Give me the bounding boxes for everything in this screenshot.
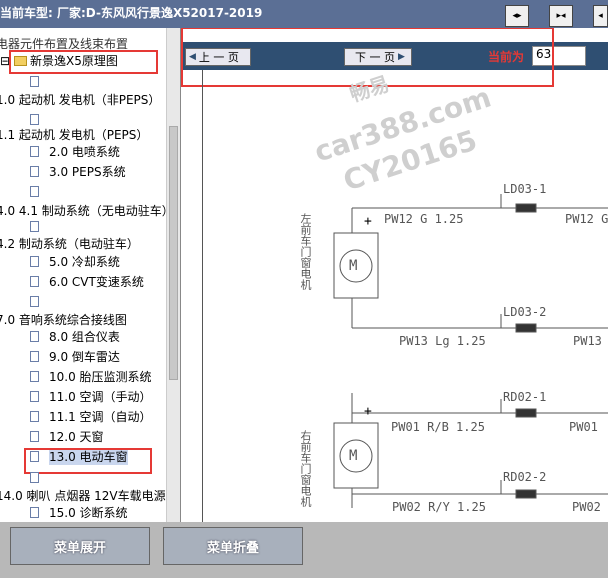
tree-node-14-0[interactable]: 14.0 喇叭 点烟器 12V车载电源 bbox=[0, 488, 166, 504]
fit-view-button[interactable]: ◂ bbox=[593, 5, 608, 27]
document-icon bbox=[30, 391, 39, 402]
document-icon bbox=[30, 507, 39, 518]
arrow-join-icon: ▸◂ bbox=[556, 11, 566, 21]
wire-pw13: PW13 Lg 1.25 bbox=[399, 334, 486, 348]
schematic-drawing bbox=[333, 194, 608, 508]
document-icon bbox=[30, 276, 39, 287]
document-icon bbox=[30, 296, 39, 307]
tree-node-5-0[interactable]: 5.0 冷却系统 bbox=[49, 254, 120, 270]
menu-tree[interactable]: 电器元件布置及线束布置 ⊟ 新景逸X5原理图 1.0 起动机 发电机（非PEPS… bbox=[0, 28, 181, 522]
document-icon bbox=[30, 331, 39, 342]
car-model-label: 当前车型: 厂家:D-东风风行景逸X52017-2019 bbox=[0, 6, 263, 20]
motor1-plus-sign: + bbox=[364, 214, 372, 229]
wire-pw12: PW12 G 1.25 bbox=[384, 212, 464, 226]
document-icon bbox=[30, 76, 39, 87]
motor1-symbol: M bbox=[349, 258, 358, 274]
wire-pw02-right: PW02 bbox=[572, 500, 601, 514]
tree-node-2-0[interactable]: 2.0 电喷系统 bbox=[49, 144, 120, 160]
arrow-icon: ◂ bbox=[598, 11, 603, 21]
schematic-viewer[interactable]: ◀ 上 一 页 下 一 页 ▶ 当前为 63 畅易 car388.com CY2… bbox=[181, 28, 608, 522]
wire-pw01-right: PW01 bbox=[569, 420, 598, 434]
tree-node-3-0[interactable]: 3.0 PEPS系统 bbox=[49, 164, 126, 180]
arrow-split-icon: ◂▸ bbox=[512, 11, 522, 21]
tree-scrollbar[interactable] bbox=[166, 28, 180, 522]
document-icon bbox=[30, 146, 39, 157]
tree-node-1-0[interactable]: 1.0 起动机 发电机（非PEPS） bbox=[0, 92, 160, 108]
tree-node-6-0[interactable]: 6.0 CVT变速系统 bbox=[49, 274, 144, 290]
tree-node-1-1[interactable]: 1.1 起动机 发电机（PEPS） bbox=[0, 127, 148, 143]
tree-node-4-2[interactable]: 4.2 制动系统（电动驻车） bbox=[0, 236, 139, 252]
document-icon bbox=[30, 166, 39, 177]
motor2-symbol: M bbox=[349, 448, 358, 464]
tree-node-12-0[interactable]: 12.0 天窗 bbox=[49, 429, 104, 445]
wire-pw02: PW02 R/Y 1.25 bbox=[392, 500, 486, 514]
tree-node-11-1[interactable]: 11.1 空调（自动） bbox=[49, 409, 152, 425]
tree-scrollbar-thumb[interactable] bbox=[169, 126, 178, 380]
connector-rd02-2: RD02-2 bbox=[503, 470, 547, 484]
wire-pw13-right: PW13 bbox=[573, 334, 602, 348]
tree-node-9-0[interactable]: 9.0 倒车雷达 bbox=[49, 349, 120, 365]
connector-ld03-1: LD03-1 bbox=[503, 182, 547, 196]
document-icon bbox=[30, 472, 39, 483]
collapse-menu-button[interactable]: 菜单折叠 bbox=[163, 527, 303, 565]
wire-pw01: PW01 R/B 1.25 bbox=[391, 420, 485, 434]
connector-rd02-1: RD02-1 bbox=[503, 390, 547, 404]
motor2-plus-sign: + bbox=[364, 404, 372, 419]
document-icon bbox=[30, 256, 39, 267]
document-icon bbox=[30, 431, 39, 442]
title-bar: 当前车型: 厂家:D-东风风行景逸X52017-2019 ◂▸ ▸◂ ◂ bbox=[0, 0, 608, 28]
document-icon bbox=[30, 351, 39, 362]
root-highlight-box bbox=[9, 50, 158, 74]
motor1-label: 左前车门窗电机 bbox=[299, 213, 312, 290]
document-icon bbox=[30, 186, 39, 197]
document-icon bbox=[30, 221, 39, 232]
connector-ld03-2: LD03-2 bbox=[503, 305, 547, 319]
document-icon bbox=[30, 411, 39, 422]
selected-node-highlight-box bbox=[24, 448, 152, 474]
wire-pw12-right: PW12 G bbox=[565, 212, 608, 226]
tree-node-10-0[interactable]: 10.0 胎压监测系统 bbox=[49, 369, 152, 385]
motor2-label: 右前车门窗电机 bbox=[299, 430, 312, 507]
single-page-view-button[interactable]: ◂▸ bbox=[505, 5, 529, 27]
document-icon bbox=[30, 371, 39, 382]
double-page-view-button[interactable]: ▸◂ bbox=[549, 5, 573, 27]
tree-node-4-0[interactable]: 4.0 4.1 制动系统（无电动驻车） bbox=[0, 203, 174, 219]
document-icon bbox=[30, 114, 39, 125]
expand-menu-button[interactable]: 菜单展开 bbox=[10, 527, 150, 565]
tree-node-8-0[interactable]: 8.0 组合仪表 bbox=[49, 329, 120, 345]
tree-node-7-0[interactable]: 7.0 音响系统综合接线图 bbox=[0, 312, 127, 328]
tree-node-11-0[interactable]: 11.0 空调（手动） bbox=[49, 389, 152, 405]
tree-node-15-0[interactable]: 15.0 诊断系统 bbox=[49, 505, 128, 521]
